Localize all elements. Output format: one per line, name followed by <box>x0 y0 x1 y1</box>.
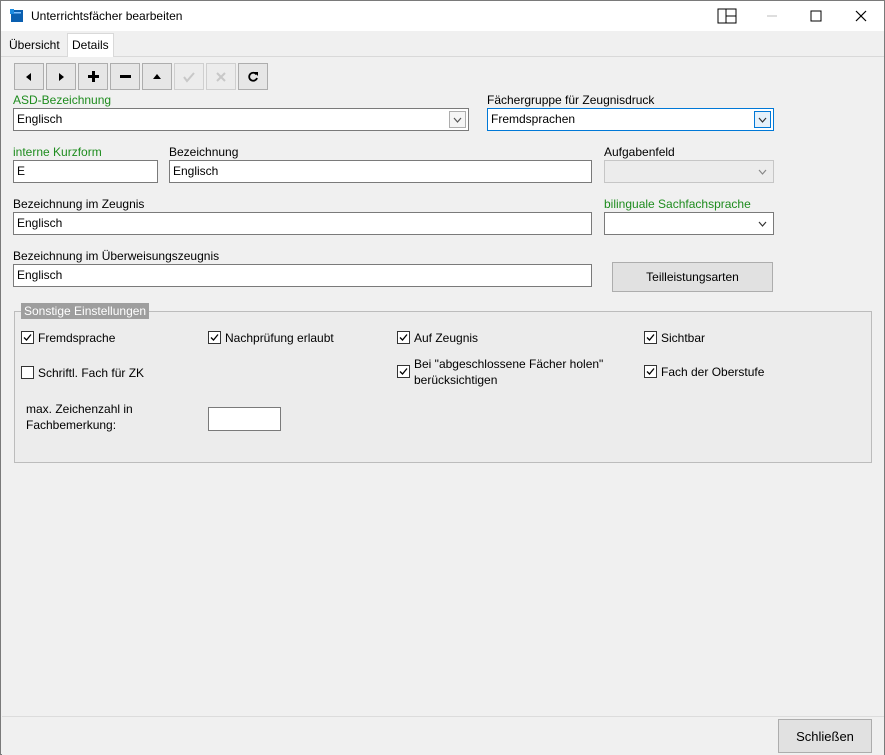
bilingual-label: bilinguale Sachfachsprache <box>604 197 751 211</box>
fremdsprache-checkbox[interactable]: Fremdsprache <box>21 330 115 346</box>
prev-icon <box>26 72 31 81</box>
max-zeichenzahl-label-line1: max. Zeichenzahl in <box>26 402 133 416</box>
chevron-down-icon[interactable] <box>754 111 771 128</box>
fach-oberstufe-label: Fach der Oberstufe <box>661 365 765 379</box>
teilleistungsarten-button[interactable]: Teilleistungsarten <box>612 262 773 292</box>
ueberweisung-label: Bezeichnung im Überweisungszeugnis <box>13 249 220 263</box>
max-zeichenzahl-input[interactable] <box>208 407 281 431</box>
checkbox-checked-icon <box>21 331 34 344</box>
snap-layout-icon <box>717 8 737 24</box>
max-zeichenzahl-label: max. Zeichenzahl in Fachbemerkung: <box>26 401 133 433</box>
refresh-record-button[interactable] <box>238 63 268 90</box>
aufgabenfeld-select[interactable] <box>604 160 774 183</box>
ueberweisung-input[interactable]: Englisch <box>13 264 592 287</box>
asd-select[interactable]: Englisch <box>13 108 469 131</box>
first-record-button[interactable] <box>142 63 172 90</box>
footer-bar: Schließen <box>2 716 884 755</box>
maximize-icon <box>810 10 822 22</box>
checkbox-checked-icon <box>397 365 410 378</box>
chevron-down-icon[interactable] <box>449 111 466 128</box>
auf-zeugnis-checkbox[interactable]: Auf Zeugnis <box>397 330 478 346</box>
app-window: Unterrichtsfächer bearbeiten Übersicht D… <box>0 0 885 755</box>
minimize-icon <box>767 15 777 17</box>
record-navigator <box>14 63 270 90</box>
maximize-button[interactable] <box>794 1 838 31</box>
sichtbar-label: Sichtbar <box>661 331 706 345</box>
asd-value: Englisch <box>17 112 63 126</box>
kurzform-label: interne Kurzform <box>13 145 102 159</box>
zeugnis-label: Bezeichnung im Zeugnis <box>13 197 145 211</box>
checkbox-unchecked-icon <box>21 366 34 379</box>
faechergruppe-value: Fremdsprachen <box>491 112 576 126</box>
up-icon <box>153 73 161 79</box>
asd-label: ASD-Bezeichnung <box>13 93 112 107</box>
checkbox-checked-icon <box>208 331 221 344</box>
schriftl-fach-checkbox[interactable]: Schriftl. Fach für ZK <box>21 365 144 381</box>
faechergruppe-label: Fächergruppe für Zeugnisdruck <box>487 93 655 107</box>
bilingual-select[interactable] <box>604 212 774 235</box>
abgeschlossene-faecher-checkbox[interactable]: Bei "abgeschlossene Fächer holen" berück… <box>397 356 603 388</box>
checkbox-checked-icon <box>644 365 657 378</box>
kurzform-input[interactable]: E <box>13 160 158 183</box>
zeugnis-input[interactable]: Englisch <box>13 212 592 235</box>
plus-icon <box>87 71 99 82</box>
tab-bar: Übersicht Details <box>1 31 884 57</box>
snap-layout-button[interactable] <box>705 1 749 31</box>
window-title: Unterrichtsfächer bearbeiten <box>31 9 183 23</box>
nachpruefung-label: Nachprüfung erlaubt <box>225 331 334 345</box>
max-zeichenzahl-label-line2: Fachbemerkung: <box>26 418 117 432</box>
next-icon <box>59 72 64 81</box>
close-icon <box>855 10 867 22</box>
delete-record-button[interactable] <box>110 63 140 90</box>
sichtbar-checkbox[interactable]: Sichtbar <box>644 330 705 346</box>
chevron-down-icon[interactable] <box>754 163 771 180</box>
bezeichnung-input[interactable]: Englisch <box>169 160 592 183</box>
sonstige-einstellungen-title: Sonstige Einstellungen <box>21 303 150 319</box>
details-panel: ASD-Bezeichnung Englisch Fächergruppe fü… <box>2 57 884 716</box>
abgeschlossene-faecher-label-2: berücksichtigen <box>414 373 498 387</box>
cancel-record-button[interactable] <box>206 63 236 90</box>
fremdsprache-label: Fremdsprache <box>38 331 116 345</box>
bezeichnung-label: Bezeichnung <box>169 145 239 159</box>
checkbox-checked-icon <box>644 331 657 344</box>
auf-zeugnis-label: Auf Zeugnis <box>414 331 479 345</box>
app-icon <box>10 9 24 23</box>
tab-uebersicht[interactable]: Übersicht <box>5 35 64 55</box>
checkbox-checked-icon <box>397 331 410 344</box>
chevron-down-icon[interactable] <box>754 215 771 232</box>
minimize-button[interactable] <box>750 1 794 31</box>
schliessen-button[interactable]: Schließen <box>778 719 872 753</box>
refresh-icon <box>248 71 258 82</box>
post-record-button[interactable] <box>174 63 204 90</box>
next-record-button[interactable] <box>46 63 76 90</box>
close-window-button[interactable] <box>839 1 883 31</box>
prev-record-button[interactable] <box>14 63 44 90</box>
fach-oberstufe-checkbox[interactable]: Fach der Oberstufe <box>644 364 764 380</box>
check-icon <box>183 71 195 83</box>
schriftl-fach-label: Schriftl. Fach für ZK <box>38 366 145 380</box>
abgeschlossene-faecher-label: Bei "abgeschlossene Fächer holen" <box>414 357 604 371</box>
tab-details[interactable]: Details <box>67 33 114 57</box>
title-bar: Unterrichtsfächer bearbeiten <box>1 1 884 31</box>
aufgabenfeld-label: Aufgabenfeld <box>604 145 675 159</box>
faechergruppe-select[interactable]: Fremdsprachen <box>487 108 774 131</box>
minus-icon <box>119 75 131 78</box>
cancel-icon <box>216 71 226 82</box>
add-record-button[interactable] <box>78 63 108 90</box>
nachpruefung-checkbox[interactable]: Nachprüfung erlaubt <box>208 330 334 346</box>
